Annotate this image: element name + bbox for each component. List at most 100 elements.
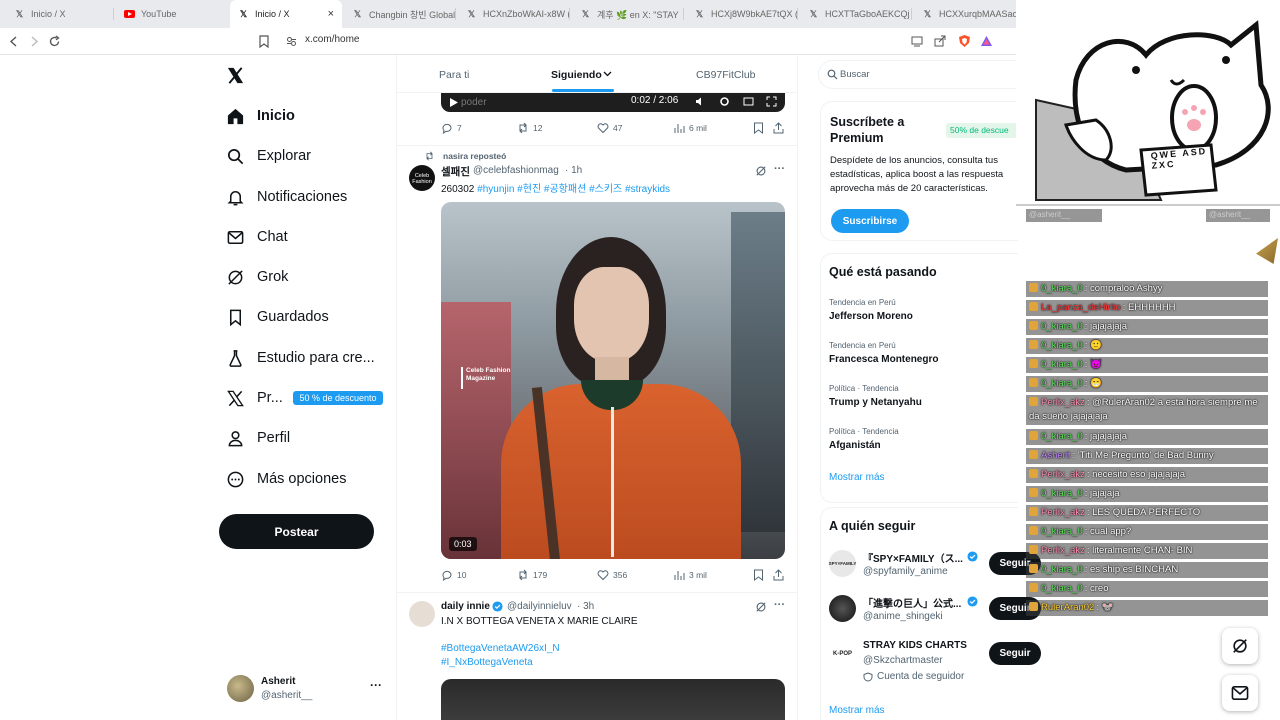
sidebar-item-more[interactable]: Más opciones bbox=[226, 465, 346, 493]
post-hashtags[interactable]: #hyunjin #현진 #공항패션 #스키즈 #straykids bbox=[477, 184, 670, 195]
sidebar-item-premium[interactable]: Pr... bbox=[226, 384, 283, 412]
trend-meta: Política · Tendencia bbox=[829, 427, 899, 436]
sidebar-item-home[interactable]: Inicio bbox=[226, 102, 295, 130]
grok-icon[interactable] bbox=[755, 165, 767, 177]
video-player[interactable]: poder 0:02 / 2:06 bbox=[441, 93, 785, 112]
browser-tab[interactable]: 𝕏 Changbin 창빈 Global bbox=[344, 0, 456, 28]
post-time[interactable]: · 3h bbox=[577, 601, 594, 612]
brave-rewards-icon[interactable] bbox=[980, 35, 993, 47]
follow-name[interactable]: 「進撃の巨人」公式... bbox=[863, 595, 961, 610]
browser-tab[interactable]: 𝕏 HCXnZboWkAI-x8W ( bbox=[458, 0, 570, 28]
avatar-text: K-POP bbox=[832, 650, 852, 657]
browser-tab-active[interactable]: 𝕏 Inicio / X × bbox=[230, 0, 342, 28]
screen-cast-icon[interactable] bbox=[911, 36, 923, 47]
more-icon[interactable]: ··· bbox=[774, 163, 785, 175]
reply-button[interactable]: 7 bbox=[441, 122, 462, 134]
post-hashtag[interactable]: #I_NxBottegaVeneta bbox=[441, 657, 533, 668]
sidebar-item-creator-studio[interactable]: Estudio para cre... bbox=[226, 344, 375, 372]
fullscreen-icon[interactable] bbox=[766, 96, 777, 107]
avatar[interactable]: Celeb Fashion bbox=[409, 165, 435, 191]
views-button[interactable]: 3 mil bbox=[673, 569, 707, 581]
site-settings-icon[interactable] bbox=[286, 36, 297, 47]
like-button[interactable]: 356 bbox=[597, 569, 627, 581]
show-more-link[interactable]: Mostrar más bbox=[829, 472, 885, 483]
forward-icon[interactable] bbox=[29, 36, 39, 47]
account-handle: @asherit__ bbox=[261, 690, 313, 701]
play-icon[interactable] bbox=[449, 97, 459, 108]
avatar[interactable]: SPY×FAMILY bbox=[829, 550, 856, 577]
browser-tab[interactable]: 𝕏 HCXj8W9bkAE7tQX (1 bbox=[686, 0, 798, 28]
address-bar-url[interactable]: x.com/home bbox=[305, 34, 359, 45]
subscribe-button[interactable]: Suscribirse bbox=[831, 209, 909, 233]
post-time[interactable]: · 1h bbox=[565, 165, 582, 176]
gear-icon[interactable] bbox=[719, 96, 730, 107]
follow-handle[interactable]: @anime_shingeki bbox=[863, 611, 943, 622]
messages-floating-button[interactable] bbox=[1222, 675, 1258, 711]
avatar[interactable] bbox=[829, 595, 856, 622]
close-icon[interactable]: × bbox=[328, 8, 334, 20]
follow-name[interactable]: STRAY KIDS CHARTS bbox=[863, 640, 967, 651]
avatar[interactable]: K-POP bbox=[829, 640, 856, 667]
bookmark-icon[interactable] bbox=[753, 569, 764, 581]
repost-button[interactable]: 12 bbox=[517, 122, 542, 134]
pip-icon[interactable] bbox=[743, 96, 754, 107]
watermark-bar bbox=[461, 367, 463, 389]
sidebar-item-notifications[interactable]: Notificaciones bbox=[226, 183, 347, 211]
author-name[interactable]: 셀패진 bbox=[441, 164, 470, 179]
follow-handle[interactable]: @Skzchartmaster bbox=[863, 655, 943, 666]
show-more-link[interactable]: Mostrar más bbox=[829, 705, 885, 716]
avatar[interactable] bbox=[409, 601, 435, 627]
bookmark-page-icon[interactable] bbox=[259, 35, 269, 48]
reload-icon[interactable] bbox=[48, 35, 61, 48]
sidebar-item-grok[interactable]: Grok bbox=[226, 263, 288, 291]
account-switcher[interactable]: Asherit @asherit__ ··· bbox=[220, 672, 392, 708]
browser-tab[interactable]: 𝕏 HCXTTaGboAEKCQj (1 bbox=[800, 0, 912, 28]
browser-tab[interactable]: 𝕏 Inicio / X bbox=[6, 0, 114, 28]
post-hashtag[interactable]: #BottegaVenetaAW26xI_N bbox=[441, 643, 560, 654]
author-handle[interactable]: @celebfashionmag bbox=[473, 165, 559, 176]
chevron-down-icon[interactable] bbox=[603, 71, 612, 77]
tab-for-you[interactable]: Para ti bbox=[439, 69, 469, 81]
trend-item[interactable]: Tendencia en Perú Francesca Montenegro bbox=[821, 337, 1019, 377]
chat-text: : compraloo Ashyy bbox=[1084, 283, 1163, 294]
post-image[interactable] bbox=[441, 679, 785, 720]
trend-item[interactable]: Política · Tendencia Afganistán bbox=[821, 423, 1019, 463]
sidebar-item-label: Notificaciones bbox=[257, 189, 348, 205]
reply-button[interactable]: 10 bbox=[441, 569, 466, 581]
grok-floating-button[interactable] bbox=[1222, 628, 1258, 664]
trend-item[interactable]: Política · Tendencia Trump y Netanyahu bbox=[821, 380, 1019, 420]
repost-button[interactable]: 179 bbox=[517, 569, 547, 581]
sidebar-item-bookmarks[interactable]: Guardados bbox=[226, 303, 329, 331]
author-handle[interactable]: @dailyinnieluv bbox=[507, 601, 572, 612]
more-icon[interactable]: ··· bbox=[774, 599, 785, 611]
sidebar-item-profile[interactable]: Perfil bbox=[226, 424, 290, 452]
like-button[interactable]: 47 bbox=[597, 122, 622, 134]
trend-item[interactable]: Tendencia en Perú Jefferson Moreno bbox=[821, 294, 1019, 334]
sidebar-item-explore[interactable]: Explorar bbox=[226, 142, 311, 170]
browser-tab[interactable]: 𝕏 계후 🌿 en X: "STAY bbox=[572, 0, 684, 28]
views-button[interactable]: 6 mil bbox=[673, 122, 707, 134]
share-icon[interactable] bbox=[773, 122, 784, 134]
share-icon[interactable] bbox=[773, 569, 784, 581]
bookmark-icon[interactable] bbox=[753, 122, 764, 134]
post-video[interactable]: Celeb Fashion Magazine 0:03 bbox=[441, 202, 785, 559]
author-name[interactable]: daily innie bbox=[441, 601, 490, 612]
tab-community[interactable]: CB97FitClub bbox=[696, 69, 756, 81]
brave-shield-icon[interactable] bbox=[958, 34, 971, 48]
browser-tab[interactable]: 𝕏 HCXXurqbMAASao7 bbox=[914, 0, 1016, 28]
share-icon[interactable] bbox=[934, 35, 946, 47]
search-box[interactable]: Buscar bbox=[818, 60, 1018, 89]
search-placeholder: Buscar bbox=[840, 69, 870, 80]
back-icon[interactable] bbox=[9, 36, 19, 47]
follow-handle[interactable]: @spyfamily_anime bbox=[863, 566, 948, 577]
chat-badge-icon bbox=[1029, 302, 1038, 311]
grok-icon[interactable] bbox=[755, 601, 767, 613]
tab-following[interactable]: Siguiendo bbox=[551, 69, 602, 81]
x-logo-icon[interactable] bbox=[226, 66, 245, 85]
browser-toolbar: x.com/home bbox=[0, 28, 1016, 55]
post-button[interactable]: Postear bbox=[219, 514, 374, 549]
browser-tab[interactable]: YouTube bbox=[116, 0, 228, 28]
follow-name[interactable]: 『SPY×FAMILY（ス... bbox=[863, 550, 963, 565]
sidebar-item-chat[interactable]: Chat bbox=[226, 223, 288, 251]
volume-icon[interactable] bbox=[695, 96, 706, 107]
